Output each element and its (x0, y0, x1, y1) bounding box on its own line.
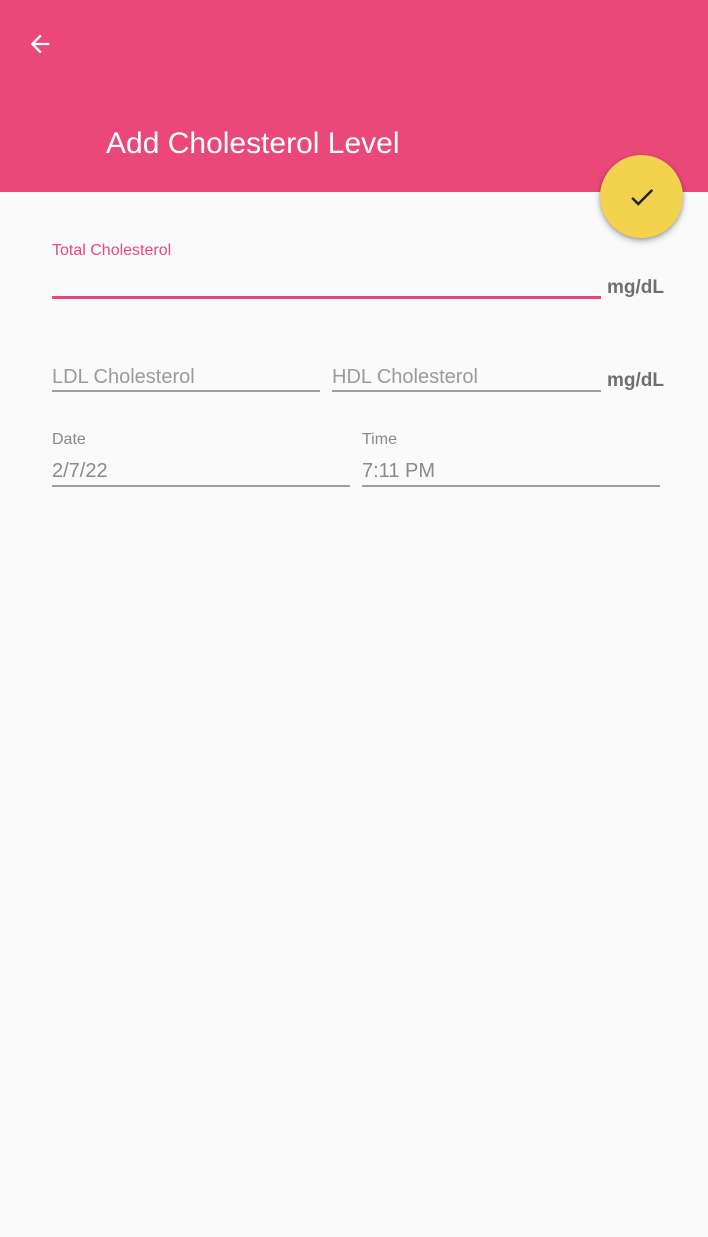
date-label: Date (52, 431, 86, 448)
total-cholesterol-underline (52, 296, 601, 299)
date-underline (52, 485, 350, 487)
time-underline (362, 485, 660, 487)
hdl-placeholder: HDL Cholesterol (332, 366, 478, 388)
ldl-underline (52, 390, 320, 392)
time-label: Time (362, 431, 397, 448)
ldl-placeholder: LDL Cholesterol (52, 366, 195, 388)
back-button[interactable] (16, 20, 64, 68)
date-value: 2/7/22 (52, 460, 108, 482)
ldl-cholesterol-input[interactable]: LDL Cholesterol (52, 360, 320, 394)
page-title: Add Cholesterol Level (106, 127, 400, 160)
arrow-left-icon (30, 34, 50, 54)
total-cholesterol-input[interactable] (52, 262, 601, 298)
hdl-cholesterol-input[interactable]: HDL Cholesterol (332, 360, 601, 394)
time-field[interactable]: 7:11 PM (362, 452, 660, 486)
total-unit-label: mg/dL (607, 277, 664, 298)
date-field[interactable]: 2/7/22 (52, 452, 350, 486)
app-bar: Add Cholesterol Level (0, 0, 708, 192)
total-cholesterol-label: Total Cholesterol (52, 242, 172, 259)
time-value: 7:11 PM (362, 460, 435, 482)
hdl-underline (332, 390, 601, 392)
save-button[interactable] (600, 155, 683, 238)
ldl-hdl-unit-label: mg/dL (607, 370, 664, 391)
check-icon (630, 188, 653, 206)
